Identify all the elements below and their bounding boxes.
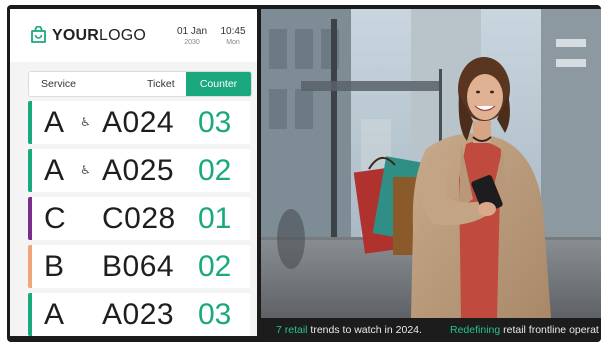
header: YOURLOGO 01 Jan 2030 10:45 Mon xyxy=(10,9,257,62)
ticker-item: Redefining retail frontline operat xyxy=(450,318,599,342)
service-letter: B xyxy=(44,250,65,283)
time-display: 10:45 Mon xyxy=(217,26,249,48)
ticket-number: B064 xyxy=(102,250,175,283)
group-color-bar xyxy=(28,293,32,336)
ticket-number: C028 xyxy=(102,202,176,235)
service-letter: A xyxy=(44,154,65,187)
tab-ticket: Ticket xyxy=(147,78,175,90)
column-header: Service Ticket Counter xyxy=(28,71,252,97)
counter-number: 03 xyxy=(198,106,232,139)
date: 01 Jan xyxy=(176,26,208,37)
wheelchair-icon: ♿ xyxy=(80,115,91,129)
signage-screen: YOURLOGO 01 Jan 2030 10:45 Mon Service T… xyxy=(7,5,601,342)
ticket-number: A025 xyxy=(102,154,175,187)
tab-service: Service xyxy=(41,78,77,90)
wheelchair-icon: ♿ xyxy=(80,163,91,177)
group-color-bar xyxy=(28,245,32,288)
ticker-text: trends to watch in 2024. xyxy=(307,324,422,336)
ticker-highlight: 7 retail xyxy=(276,324,308,336)
weekday: Mon xyxy=(226,39,240,46)
queue-row: A ♿ A024 03 xyxy=(28,101,250,144)
ticket-number: A024 xyxy=(102,106,175,139)
queue-row: C C028 01 xyxy=(28,197,250,240)
year: 2030 xyxy=(184,39,200,46)
time: 10:45 xyxy=(220,26,246,37)
queue-panel: YOURLOGO 01 Jan 2030 10:45 Mon Service T… xyxy=(10,9,257,336)
group-color-bar xyxy=(28,197,32,240)
service-letter: A xyxy=(44,106,65,139)
queue-row: A A023 03 xyxy=(28,293,250,336)
ticket-number: A023 xyxy=(102,298,175,331)
group-color-bar xyxy=(28,149,32,192)
date-display: 01 Jan 2030 xyxy=(174,26,210,48)
queue-row: A ♿ A025 02 xyxy=(28,149,250,192)
service-letter: C xyxy=(44,202,66,235)
ticker-text: retail frontline operat xyxy=(500,324,599,336)
queue-row: B B064 02 xyxy=(28,245,250,288)
news-ticker: 7 retail trends to watch in 2024. Redefi… xyxy=(261,318,601,342)
counter-number: 02 xyxy=(198,250,232,283)
group-color-bar xyxy=(28,101,32,144)
ticker-highlight: Redefining xyxy=(450,324,501,336)
tab-counter: Counter xyxy=(186,72,251,96)
service-letter: A xyxy=(44,298,65,331)
promo-photo xyxy=(261,9,601,318)
bag-logo-icon xyxy=(31,26,46,43)
logo: YOURLOGO xyxy=(52,27,147,44)
ticker-item: 7 retail trends to watch in 2024. xyxy=(276,318,422,342)
counter-number: 02 xyxy=(198,154,232,187)
counter-number: 03 xyxy=(198,298,232,331)
counter-number: 01 xyxy=(198,202,232,235)
